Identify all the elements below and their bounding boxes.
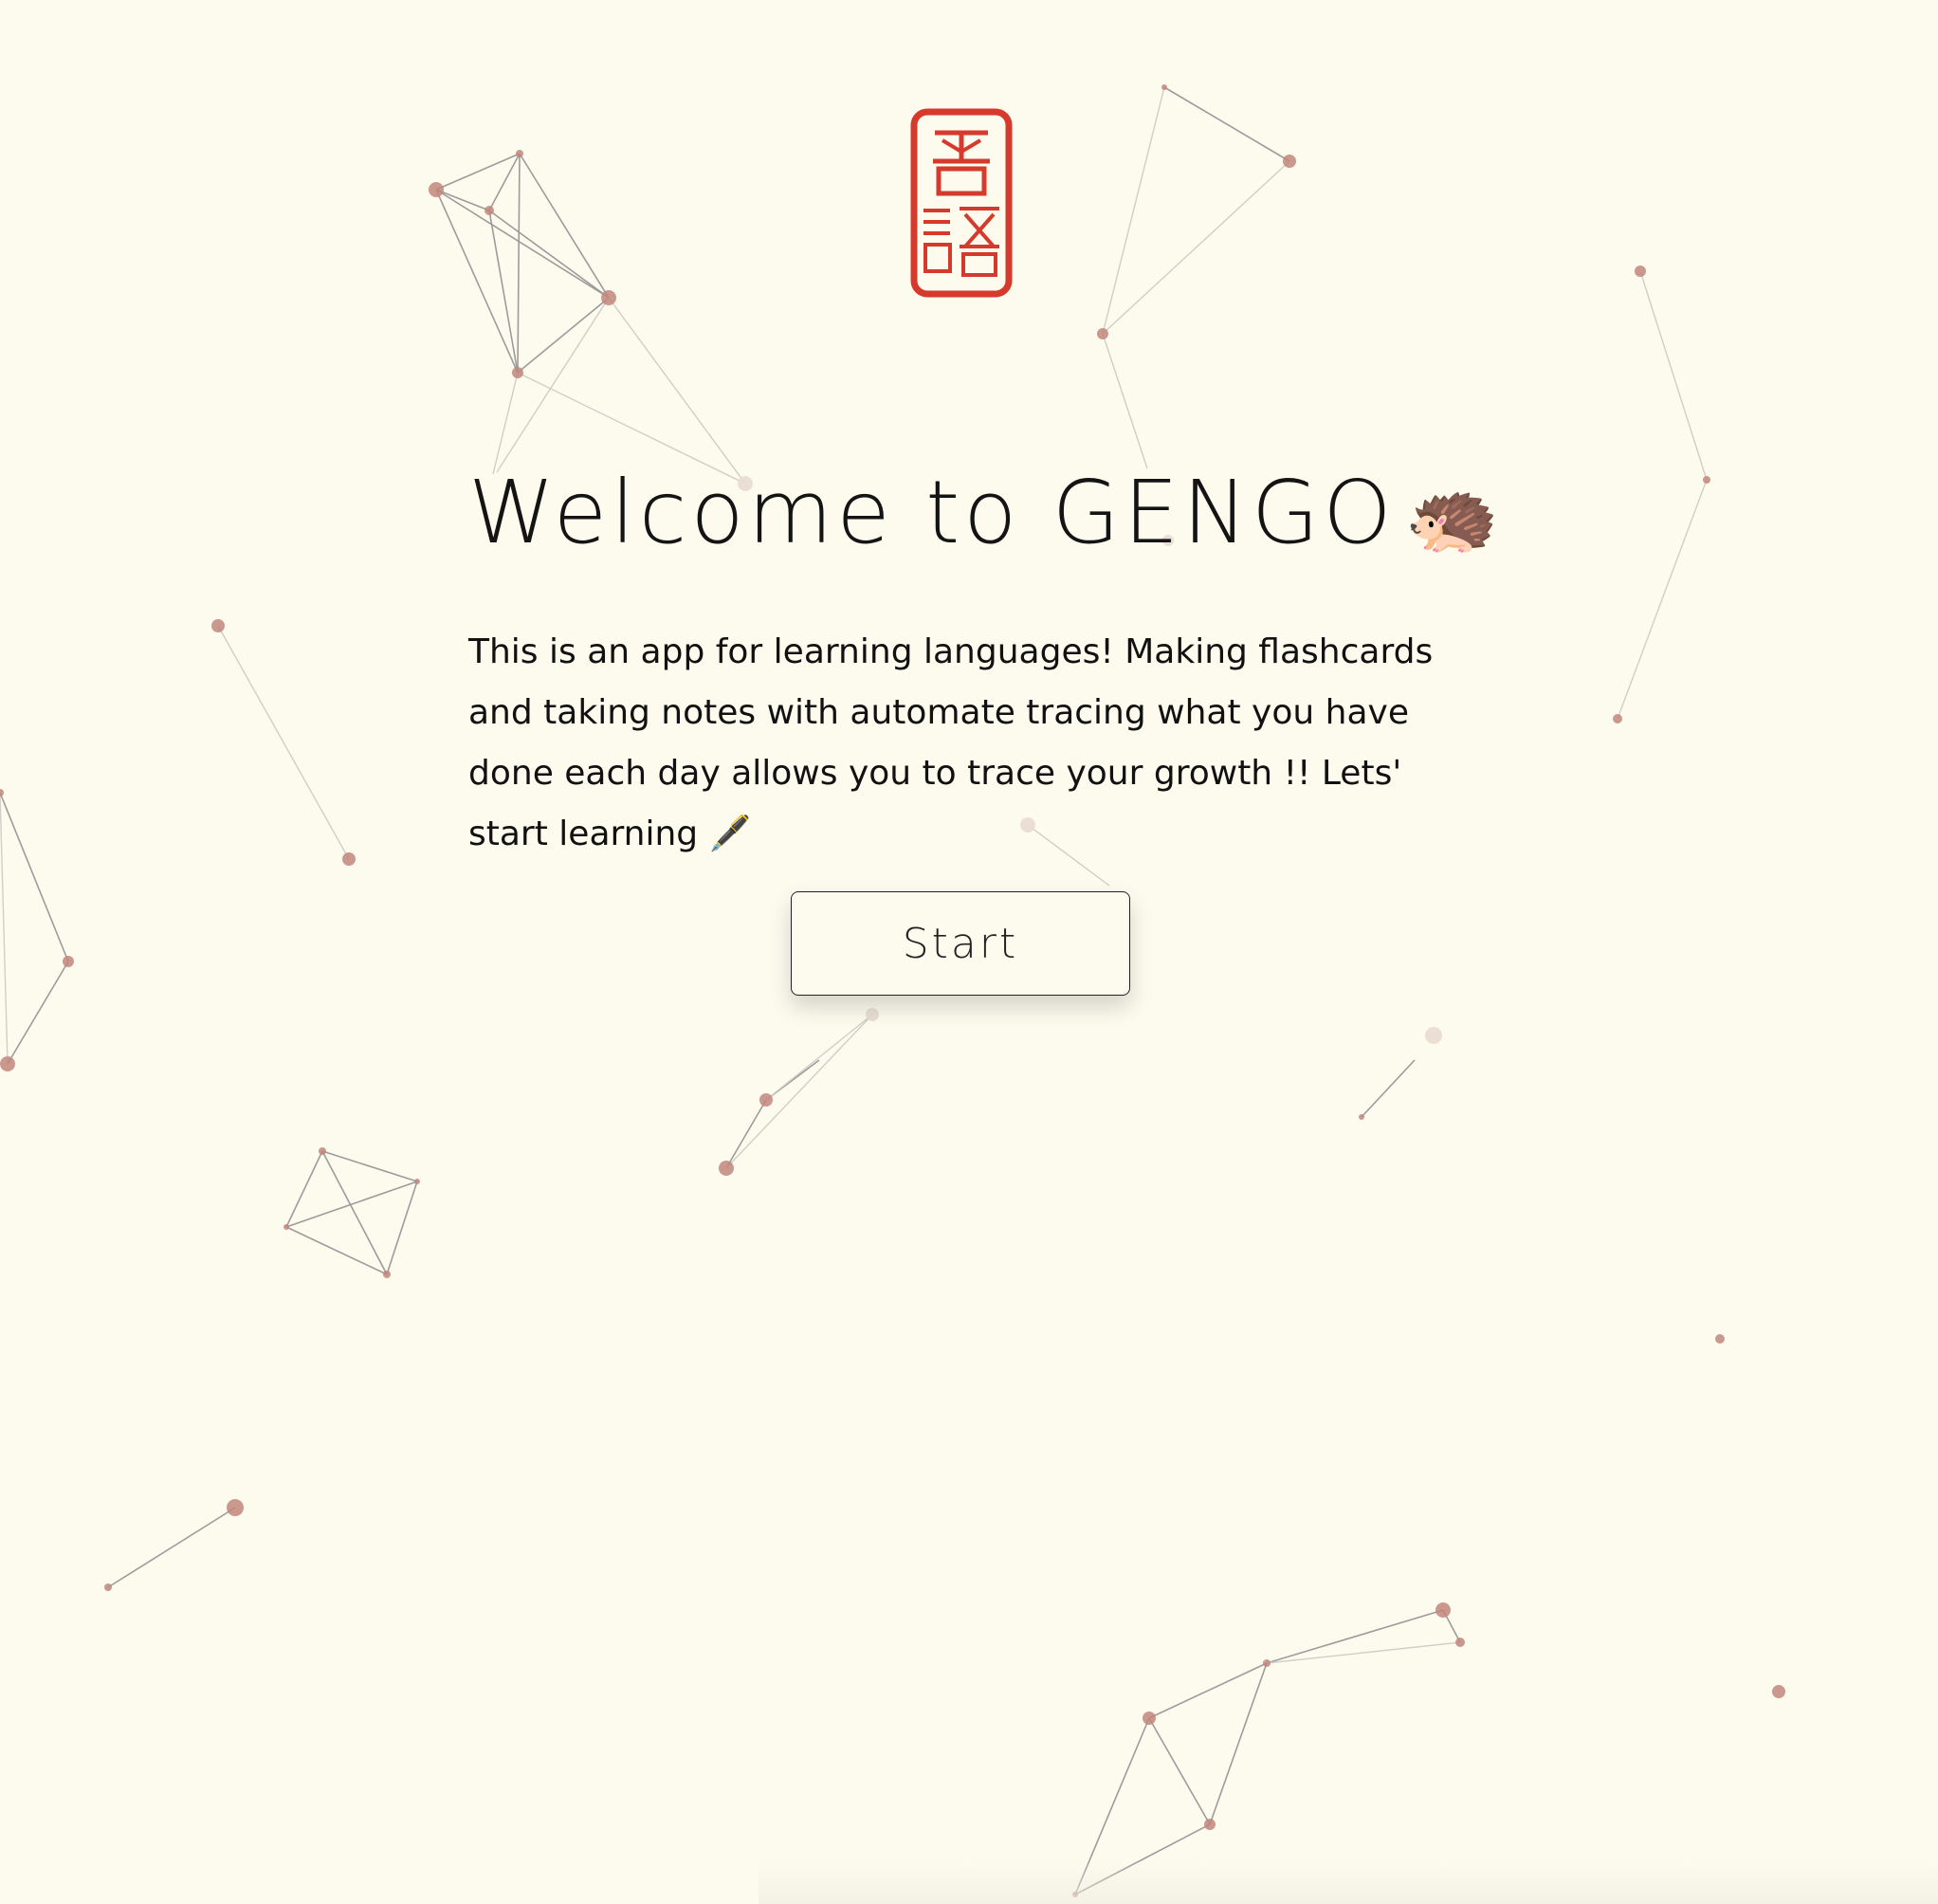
start-button[interactable]: Start	[791, 891, 1130, 996]
gengo-seal-logo	[910, 108, 1013, 298]
welcome-content: Welcome to GENGO 🦔 This is an app for lea…	[468, 461, 1499, 865]
app-description: This is an app for learning languages! M…	[468, 632, 1434, 853]
title-text: Welcome to GENGO	[468, 462, 1396, 563]
welcome-page: Welcome to GENGO 🦔 This is an app for lea…	[0, 0, 1938, 1904]
page-title: Welcome to GENGO 🦔	[468, 461, 1499, 569]
bottom-shadow	[759, 1858, 1938, 1904]
hedgehog-icon: 🦔	[1404, 472, 1504, 560]
